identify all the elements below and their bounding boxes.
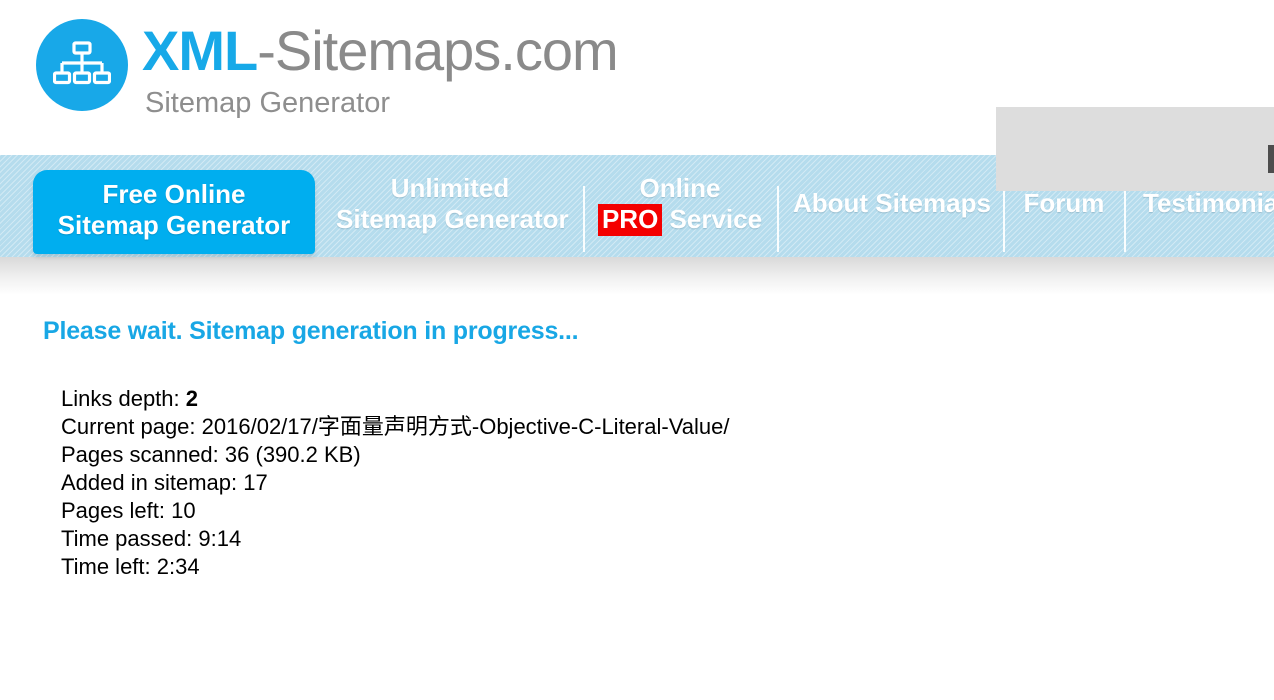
status-value-pages-left: 10 [171,498,196,523]
nav-item-pro-service-label: Service [662,204,763,234]
nav-divider [1003,186,1005,252]
status-value-time-passed: 9:14 [198,526,242,551]
nav-divider [777,186,779,252]
logo-wordmark: XML-Sitemaps.com Sitemap Generator [142,17,619,119]
status-label-added-in-sitemap: Added in sitemap: [61,470,238,495]
sitemap-tree-icon [36,19,128,111]
logo-title-rest: -Sitemaps.com [257,19,618,82]
nav-active-line1: Free Online [102,179,246,209]
logo-subtitle: Sitemap Generator [145,87,391,119]
nav-item-testimonials[interactable]: Testimonia [1143,188,1274,219]
status-label-time-passed: Time passed: [61,526,193,551]
status-value-links-depth: 2 [185,386,199,411]
advertisement-edge-marker [1268,145,1274,173]
status-line-current-page: Current page: 2016/02/17/字面量声明方式-Objecti… [61,413,729,441]
advertisement-placeholder[interactable] [996,107,1274,191]
status-line-time-passed: Time passed: 9:14 [61,525,729,553]
status-value-time-left: 2:34 [156,554,200,579]
logo-title-accent: XML [142,19,258,82]
status-label-pages-left: Pages left: [61,498,165,523]
nav-item-free-online-sitemap-generator-active[interactable]: Free Online Sitemap Generator [33,170,315,254]
generation-status-list: Links depth: 2 Current page: 2016/02/17/… [61,385,729,581]
logo-title: XML-Sitemaps.com [142,23,619,79]
page-title: Please wait. Sitemap generation in progr… [43,317,579,345]
nav-bottom-shadow [0,257,1274,295]
status-value-added-in-sitemap: 17 [243,470,268,495]
status-label-pages-scanned: Pages scanned: [61,442,219,467]
nav-item-pro-line1: Online [639,173,721,203]
nav-item-unlimited-line2: Sitemap Generator [336,204,569,234]
nav-divider [583,186,585,252]
status-label-current-page: Current page: [61,414,196,439]
main-content: Please wait. Sitemap generation in progr… [0,295,1274,700]
nav-active-line2: Sitemap Generator [57,210,291,240]
status-line-pages-left: Pages left: 10 [61,497,729,525]
status-line-added-in-sitemap: Added in sitemap: 17 [61,469,729,497]
nav-divider [1124,186,1126,252]
nav-item-pro-line2: PRO Service [594,204,766,236]
nav-item-unlimited-sitemap-generator[interactable]: Unlimited Sitemap Generator [336,173,569,235]
status-line-links-depth: Links depth: 2 [61,385,729,413]
status-value-pages-scanned: 36 (390.2 KB) [224,442,361,467]
nav-item-online-pro-service[interactable]: Online PRO Service [594,173,766,236]
status-line-pages-scanned: Pages scanned: 36 (390.2 KB) [61,441,729,469]
status-value-current-page: 2016/02/17/字面量声明方式-Objective-C-Literal-V… [201,414,730,439]
site-logo[interactable]: XML-Sitemaps.com Sitemap Generator [36,17,619,119]
status-label-time-left: Time left: [61,554,151,579]
nav-item-unlimited-line1: Unlimited [390,173,510,203]
nav-item-forum[interactable]: Forum [1022,188,1106,219]
status-label-links-depth: Links depth: [61,386,180,411]
pro-badge: PRO [597,204,663,236]
status-line-time-left: Time left: 2:34 [61,553,729,581]
nav-item-about-sitemaps[interactable]: About Sitemaps [793,188,991,219]
